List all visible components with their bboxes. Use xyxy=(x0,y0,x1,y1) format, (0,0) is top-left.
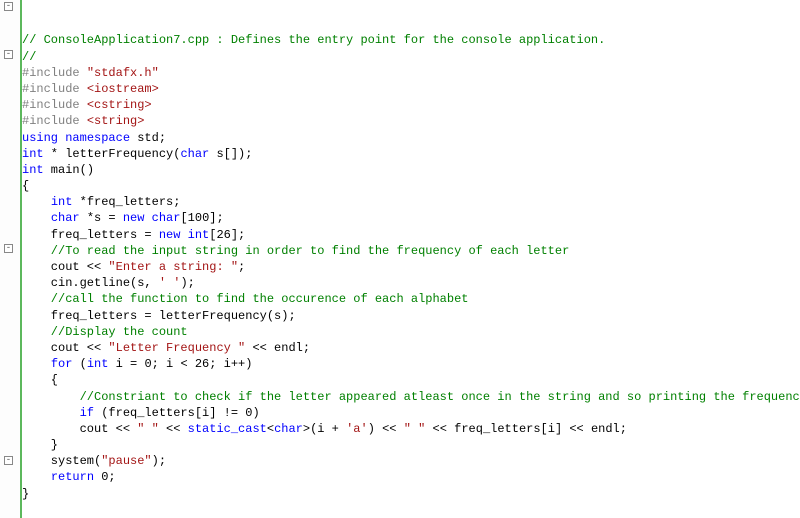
fold-box-include[interactable]: - xyxy=(4,50,13,59)
code-text: cin.getline(s, xyxy=(22,276,159,290)
code-comment: // xyxy=(22,50,36,64)
code-text: cout << xyxy=(22,341,108,355)
char-literal: 'a' xyxy=(346,422,368,436)
code-text: << xyxy=(159,422,188,436)
code-editor[interactable]: // ConsoleApplication7.cpp : Defines the… xyxy=(20,0,800,518)
string-literal: "pause" xyxy=(101,454,151,468)
code-text xyxy=(144,211,151,225)
type-keyword: char xyxy=(152,211,181,225)
char-literal: ' ' xyxy=(159,276,181,290)
code-text xyxy=(22,406,80,420)
keyword: new xyxy=(159,228,181,242)
type-keyword: char xyxy=(274,422,303,436)
preprocessor: #include xyxy=(22,82,87,96)
code-text: (freq_letters[i] != 0) xyxy=(94,406,260,420)
include-path: <iostream> xyxy=(87,82,159,96)
preprocessor: #include xyxy=(22,114,87,128)
code-text: [26]; xyxy=(209,228,245,242)
string-literal: " " xyxy=(137,422,159,436)
keyword: using xyxy=(22,131,58,145)
code-text: s[]); xyxy=(209,147,252,161)
code-text: ( xyxy=(72,357,86,371)
code-text: cout << xyxy=(22,422,137,436)
type-keyword: int xyxy=(22,163,44,177)
code-comment: // ConsoleApplication7.cpp : Defines the… xyxy=(22,33,605,47)
code-text: system( xyxy=(22,454,101,468)
type-keyword: int xyxy=(188,228,210,242)
preprocessor: #include xyxy=(22,66,87,80)
keyword: for xyxy=(51,357,73,371)
code-line: { xyxy=(22,178,800,194)
string-literal: "stdafx.h" xyxy=(87,66,159,80)
code-text: ) << xyxy=(368,422,404,436)
string-literal: "Letter Frequency " xyxy=(108,341,245,355)
code-comment: //Constriant to check if the letter appe… xyxy=(22,390,800,404)
code-text: freq_letters = xyxy=(22,228,159,242)
string-literal: " " xyxy=(404,422,426,436)
code-line: freq_letters = letterFrequency(s); xyxy=(22,308,800,324)
code-text: >(i + xyxy=(303,422,346,436)
fold-gutter: - - - - xyxy=(0,0,20,518)
keyword: new xyxy=(123,211,145,225)
preprocessor: #include xyxy=(22,98,87,112)
code-text: ; xyxy=(238,260,245,274)
code-text: 0; xyxy=(94,470,116,484)
code-text: main() xyxy=(44,163,94,177)
type-keyword: int xyxy=(51,195,73,209)
code-text: << freq_letters[i] << endl; xyxy=(425,422,627,436)
code-text: < xyxy=(267,422,274,436)
code-line: } xyxy=(22,486,800,502)
code-text: ); xyxy=(152,454,166,468)
code-text: *freq_letters; xyxy=(72,195,180,209)
string-literal: "Enter a string: " xyxy=(108,260,238,274)
code-text: cout << xyxy=(22,260,108,274)
type-keyword: int xyxy=(22,147,44,161)
type-keyword: char xyxy=(180,147,209,161)
code-text: << endl; xyxy=(245,341,310,355)
fold-box-main[interactable]: - xyxy=(4,244,13,253)
code-text: i = 0; i < 26; i++) xyxy=(108,357,252,371)
code-text: std; xyxy=(130,131,166,145)
fold-box-for[interactable]: - xyxy=(4,456,13,465)
code-text: *s = xyxy=(80,211,123,225)
code-line: { xyxy=(22,372,800,388)
keyword: return xyxy=(51,470,94,484)
code-comment: //To read the input string in order to f… xyxy=(22,244,569,258)
code-text xyxy=(22,470,51,484)
fold-box-line1[interactable]: - xyxy=(4,2,13,11)
change-indicator xyxy=(20,0,22,518)
code-line: } xyxy=(22,437,800,453)
keyword: static_cast xyxy=(188,422,267,436)
keyword: namespace xyxy=(65,131,130,145)
keyword: if xyxy=(80,406,94,420)
code-text xyxy=(22,211,51,225)
code-comment: //Display the count xyxy=(22,325,188,339)
code-text: [100]; xyxy=(180,211,223,225)
code-text: * letterFrequency( xyxy=(44,147,181,161)
code-text xyxy=(22,357,51,371)
include-path: <cstring> xyxy=(87,98,152,112)
include-path: <string> xyxy=(87,114,145,128)
code-text: ); xyxy=(180,276,194,290)
type-keyword: char xyxy=(51,211,80,225)
code-comment: //call the function to find the occurenc… xyxy=(22,292,468,306)
type-keyword: int xyxy=(87,357,109,371)
code-text xyxy=(22,195,51,209)
code-text xyxy=(180,228,187,242)
